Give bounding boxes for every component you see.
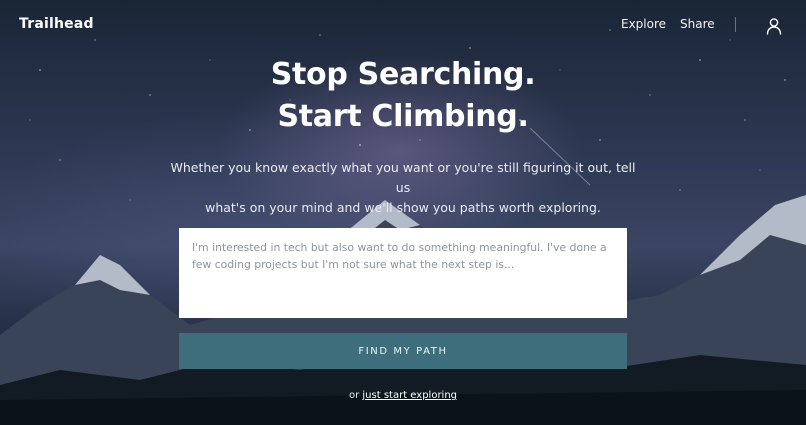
nav-link-share[interactable]: Share bbox=[680, 17, 715, 31]
just-start-exploring-link[interactable]: just start exploring bbox=[362, 390, 457, 401]
account-button[interactable] bbox=[764, 16, 784, 36]
hero-subtitle: Whether you know exactly what you want o… bbox=[163, 158, 643, 218]
nav-divider bbox=[735, 17, 736, 32]
alt-prefix: or bbox=[348, 390, 360, 401]
hero-subtitle-line-2: what's on your mind and we'll show you p… bbox=[205, 200, 601, 215]
hero-title: Stop Searching. Start Climbing. bbox=[0, 54, 806, 138]
explore-alternative: or just start exploring bbox=[0, 390, 806, 401]
user-icon bbox=[766, 18, 782, 35]
brand-logo[interactable]: Trailhead bbox=[19, 16, 94, 32]
nav-link-explore[interactable]: Explore bbox=[621, 17, 666, 31]
interest-prompt-input[interactable] bbox=[179, 228, 627, 318]
find-my-path-button[interactable]: FIND MY PATH bbox=[179, 333, 627, 369]
hero-title-line-2: Start Climbing. bbox=[277, 99, 529, 134]
top-nav: Trailhead Explore Share bbox=[0, 0, 806, 50]
hero-subtitle-line-1: Whether you know exactly what you want o… bbox=[170, 160, 636, 195]
hero-title-line-1: Stop Searching. bbox=[270, 57, 536, 92]
